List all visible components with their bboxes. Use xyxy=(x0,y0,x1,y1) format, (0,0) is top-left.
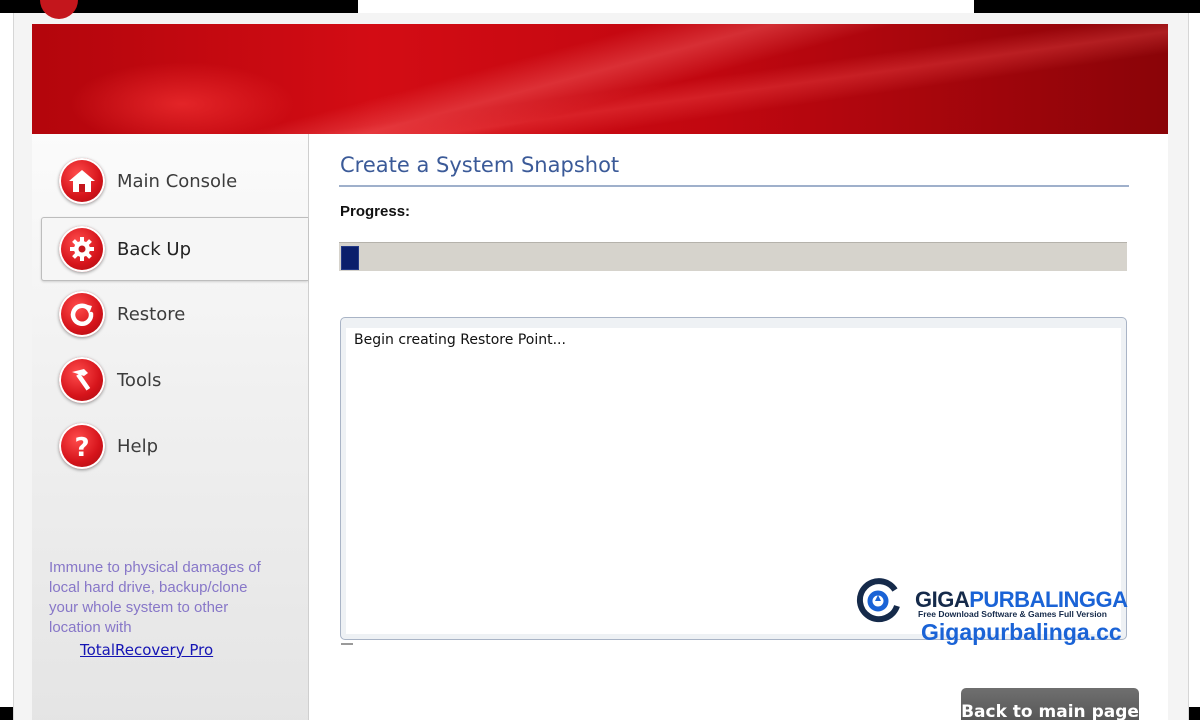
gear-icon xyxy=(59,226,105,272)
page-title: Create a System Snapshot xyxy=(340,153,620,177)
sidebar-item-label: Restore xyxy=(117,303,186,325)
hammer-icon xyxy=(59,357,105,403)
promo-text: Immune to physical damages of local hard… xyxy=(49,559,261,636)
letterbox-bar-top-right xyxy=(974,0,1200,13)
log-resize-mark xyxy=(341,643,353,645)
question-icon: ? xyxy=(59,423,105,469)
promo-link[interactable]: TotalRecovery Pro xyxy=(80,641,213,659)
progress-label: Progress: xyxy=(340,203,411,220)
svg-text:?: ? xyxy=(74,433,89,462)
progress-bar xyxy=(339,242,1127,271)
sidebar-item-label: Tools xyxy=(117,369,162,391)
home-icon xyxy=(59,158,105,204)
sidebar-item-main-console[interactable]: Main Console xyxy=(42,150,308,212)
sidebar-item-restore[interactable]: Restore xyxy=(42,283,308,345)
sidebar-item-tools[interactable]: Tools xyxy=(42,349,308,411)
title-divider xyxy=(339,185,1129,187)
sidebar-item-label: Back Up xyxy=(117,238,192,260)
sidebar: Main Console Back Up Restore Tools ? Hel… xyxy=(32,134,309,720)
header-banner xyxy=(32,24,1168,134)
sidebar-item-label: Main Console xyxy=(117,170,238,192)
watermark-tagline: Free Download Software & Games Full Vers… xyxy=(918,609,1107,619)
progress-bar-fill xyxy=(341,246,359,270)
back-to-main-page-button[interactable]: Back to main page xyxy=(961,688,1139,720)
sidebar-item-back-up[interactable]: Back Up xyxy=(41,217,308,281)
sidebar-item-help[interactable]: ? Help xyxy=(42,415,308,477)
watermark-logo-icon xyxy=(856,578,900,623)
watermark-url: Gigapurbalinga.cc xyxy=(921,619,1122,645)
sidebar-item-label: Help xyxy=(117,435,159,457)
restore-arrow-icon xyxy=(59,291,105,337)
